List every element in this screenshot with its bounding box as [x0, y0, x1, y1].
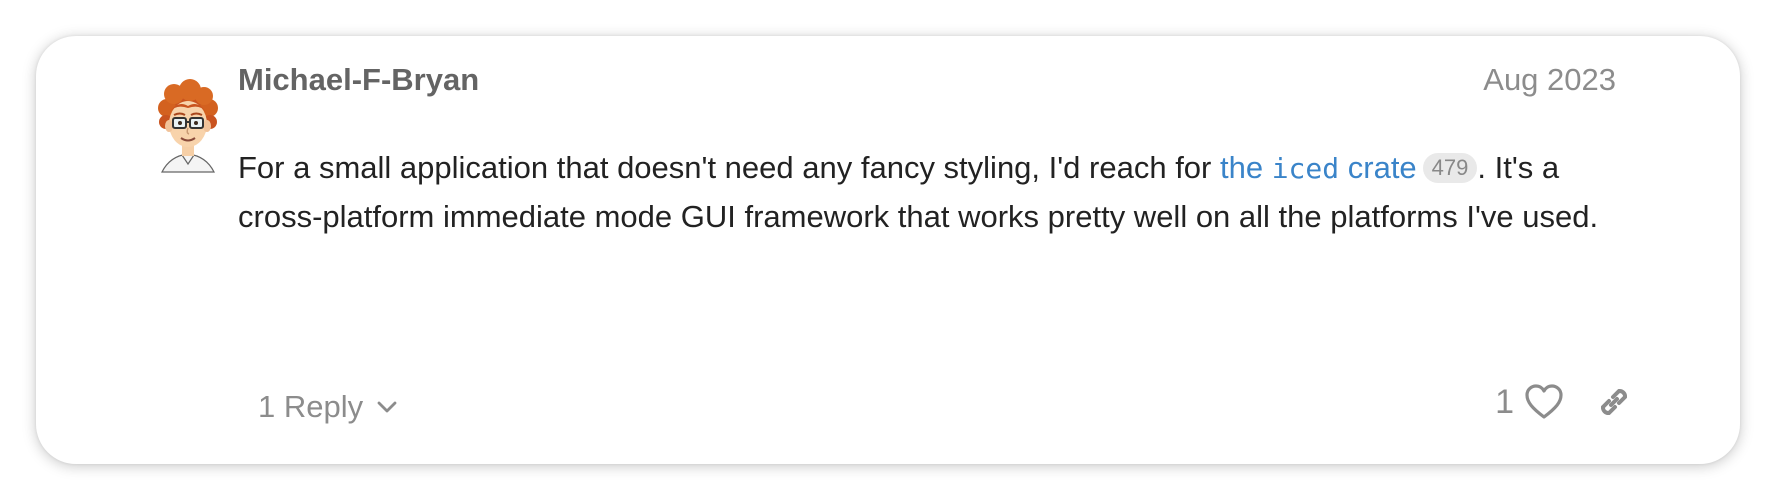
show-replies-button[interactable]: 1 Reply	[258, 384, 399, 430]
chevron-down-icon	[377, 401, 397, 413]
user-avatar[interactable]	[140, 78, 236, 174]
post-actions: 1	[1495, 382, 1634, 422]
heart-icon	[1525, 384, 1563, 419]
link-click-count-badge: 479	[1422, 153, 1478, 183]
post-body: For a small application that doesn't nee…	[238, 144, 1628, 241]
replies-label: 1 Reply	[258, 389, 364, 424]
link-icon	[1601, 389, 1627, 415]
like-count[interactable]: 1	[1495, 383, 1514, 422]
post-date[interactable]: Aug 2023	[1483, 62, 1616, 98]
share-link-button[interactable]	[1594, 382, 1634, 422]
post-text-before: For a small application that doesn't nee…	[238, 150, 1220, 185]
post-username[interactable]: Michael-F-Bryan	[238, 62, 479, 98]
like-button[interactable]	[1524, 383, 1564, 421]
link-code-text: iced	[1271, 152, 1340, 185]
link-text-suffix: crate	[1339, 150, 1417, 185]
post-card: Michael-F-Bryan Aug 2023 For a small app…	[36, 36, 1740, 464]
avatar-illustration	[158, 79, 218, 173]
link-text-prefix: the	[1219, 150, 1272, 185]
iced-crate-link[interactable]: the iced crate	[1220, 150, 1417, 185]
